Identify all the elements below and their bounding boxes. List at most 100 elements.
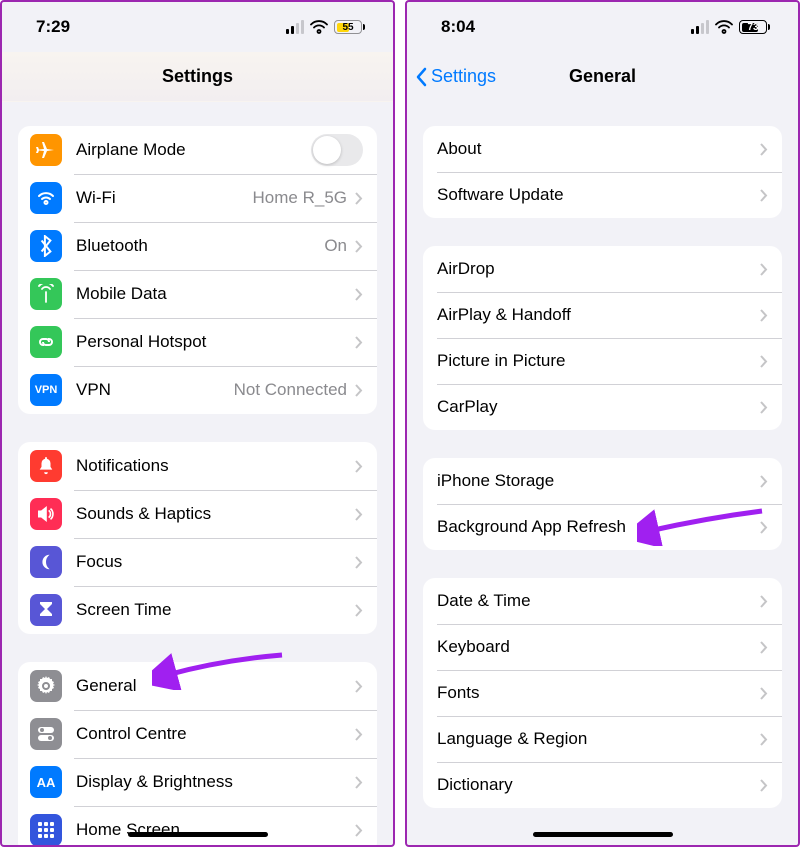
wifi-icon: [310, 20, 328, 34]
row-label: Display & Brightness: [76, 772, 355, 792]
row-wifi[interactable]: Wi-Fi Home R_5G: [18, 174, 377, 222]
row-label: Date & Time: [437, 591, 760, 611]
row-value: Home R_5G: [253, 188, 347, 208]
row-label: Dictionary: [437, 775, 760, 795]
chevron-right-icon: [760, 779, 768, 792]
general-list[interactable]: About Software Update AirDrop AirPlay & …: [407, 102, 798, 845]
row-fonts[interactable]: Fonts: [423, 670, 782, 716]
row-home-screen[interactable]: Home Screen: [18, 806, 377, 845]
row-general[interactable]: General: [18, 662, 377, 710]
row-label: VPN: [76, 380, 234, 400]
chevron-right-icon: [760, 595, 768, 608]
status-time: 7:29: [36, 17, 70, 37]
cellular-signal-icon: [691, 20, 709, 34]
back-button[interactable]: Settings: [415, 66, 496, 87]
chevron-right-icon: [355, 680, 363, 693]
battery-icon: 73: [739, 20, 770, 34]
row-label: AirPlay & Handoff: [437, 305, 760, 325]
settings-list[interactable]: Airplane Mode Wi-Fi Home R_5G Bluetooth …: [2, 102, 393, 845]
row-personal-hotspot[interactable]: Personal Hotspot: [18, 318, 377, 366]
chevron-right-icon: [760, 687, 768, 700]
home-indicator[interactable]: [533, 832, 673, 837]
row-label: Picture in Picture: [437, 351, 760, 371]
row-label: CarPlay: [437, 397, 760, 417]
row-value: Not Connected: [234, 380, 347, 400]
row-bluetooth[interactable]: Bluetooth On: [18, 222, 377, 270]
row-label: General: [76, 676, 355, 696]
row-pip[interactable]: Picture in Picture: [423, 338, 782, 384]
chevron-right-icon: [355, 240, 363, 253]
row-control-centre[interactable]: Control Centre: [18, 710, 377, 758]
airplane-icon: [30, 134, 62, 166]
chevron-right-icon: [355, 776, 363, 789]
wifi-settings-icon: [30, 182, 62, 214]
about-group: About Software Update: [423, 126, 782, 218]
row-about[interactable]: About: [423, 126, 782, 172]
vpn-icon: VPN: [30, 374, 62, 406]
row-label: Background App Refresh: [437, 517, 760, 537]
row-display[interactable]: AA Display & Brightness: [18, 758, 377, 806]
text-size-icon: AA: [30, 766, 62, 798]
row-label: Mobile Data: [76, 284, 355, 304]
row-label: Screen Time: [76, 600, 355, 620]
antenna-icon: [30, 278, 62, 310]
chevron-right-icon: [760, 521, 768, 534]
page-title: General: [569, 66, 636, 87]
row-airplane-mode[interactable]: Airplane Mode: [18, 126, 377, 174]
nav-header: Settings: [2, 52, 393, 102]
row-focus[interactable]: Focus: [18, 538, 377, 586]
row-label: Bluetooth: [76, 236, 324, 256]
chevron-right-icon: [760, 309, 768, 322]
bluetooth-icon: [30, 230, 62, 262]
chevron-right-icon: [355, 556, 363, 569]
row-label: Airplane Mode: [76, 140, 311, 160]
row-label: Control Centre: [76, 724, 355, 744]
chevron-right-icon: [760, 475, 768, 488]
row-label: AirDrop: [437, 259, 760, 279]
hourglass-icon: [30, 594, 62, 626]
row-language-region[interactable]: Language & Region: [423, 716, 782, 762]
row-label: Language & Region: [437, 729, 760, 749]
row-label: iPhone Storage: [437, 471, 760, 491]
row-iphone-storage[interactable]: iPhone Storage: [423, 458, 782, 504]
chevron-right-icon: [355, 728, 363, 741]
row-label: Home Screen: [76, 820, 355, 840]
cellular-signal-icon: [286, 20, 304, 34]
speaker-icon: [30, 498, 62, 530]
status-time: 8:04: [441, 17, 475, 37]
chevron-left-icon: [415, 67, 427, 87]
link-icon: [30, 326, 62, 358]
row-label: Sounds & Haptics: [76, 504, 355, 524]
switches-icon: [30, 718, 62, 750]
row-screen-time[interactable]: Screen Time: [18, 586, 377, 634]
chevron-right-icon: [760, 401, 768, 414]
moon-icon: [30, 546, 62, 578]
row-label: Wi-Fi: [76, 188, 253, 208]
wifi-icon: [715, 20, 733, 34]
row-vpn[interactable]: VPN VPN Not Connected: [18, 366, 377, 414]
system-group: General Control Centre AA Display & Brig…: [18, 662, 377, 845]
locale-group: Date & Time Keyboard Fonts Language & Re…: [423, 578, 782, 808]
nav-header: Settings General: [407, 52, 798, 102]
status-bar: 8:04 73: [407, 2, 798, 52]
status-indicators: 73: [691, 20, 770, 34]
row-dictionary[interactable]: Dictionary: [423, 762, 782, 808]
row-carplay[interactable]: CarPlay: [423, 384, 782, 430]
row-value: On: [324, 236, 347, 256]
row-label: Focus: [76, 552, 355, 572]
row-notifications[interactable]: Notifications: [18, 442, 377, 490]
row-keyboard[interactable]: Keyboard: [423, 624, 782, 670]
row-mobile-data[interactable]: Mobile Data: [18, 270, 377, 318]
row-sounds[interactable]: Sounds & Haptics: [18, 490, 377, 538]
row-label: Notifications: [76, 456, 355, 476]
row-airplay[interactable]: AirPlay & Handoff: [423, 292, 782, 338]
chevron-right-icon: [355, 460, 363, 473]
battery-icon: 55: [334, 20, 365, 34]
row-software-update[interactable]: Software Update: [423, 172, 782, 218]
row-airdrop[interactable]: AirDrop: [423, 246, 782, 292]
row-date-time[interactable]: Date & Time: [423, 578, 782, 624]
airplane-toggle[interactable]: [311, 134, 363, 166]
general-screen: 8:04 73 Settings General About Software …: [405, 0, 800, 847]
row-background-app-refresh[interactable]: Background App Refresh: [423, 504, 782, 550]
home-indicator[interactable]: [128, 832, 268, 837]
